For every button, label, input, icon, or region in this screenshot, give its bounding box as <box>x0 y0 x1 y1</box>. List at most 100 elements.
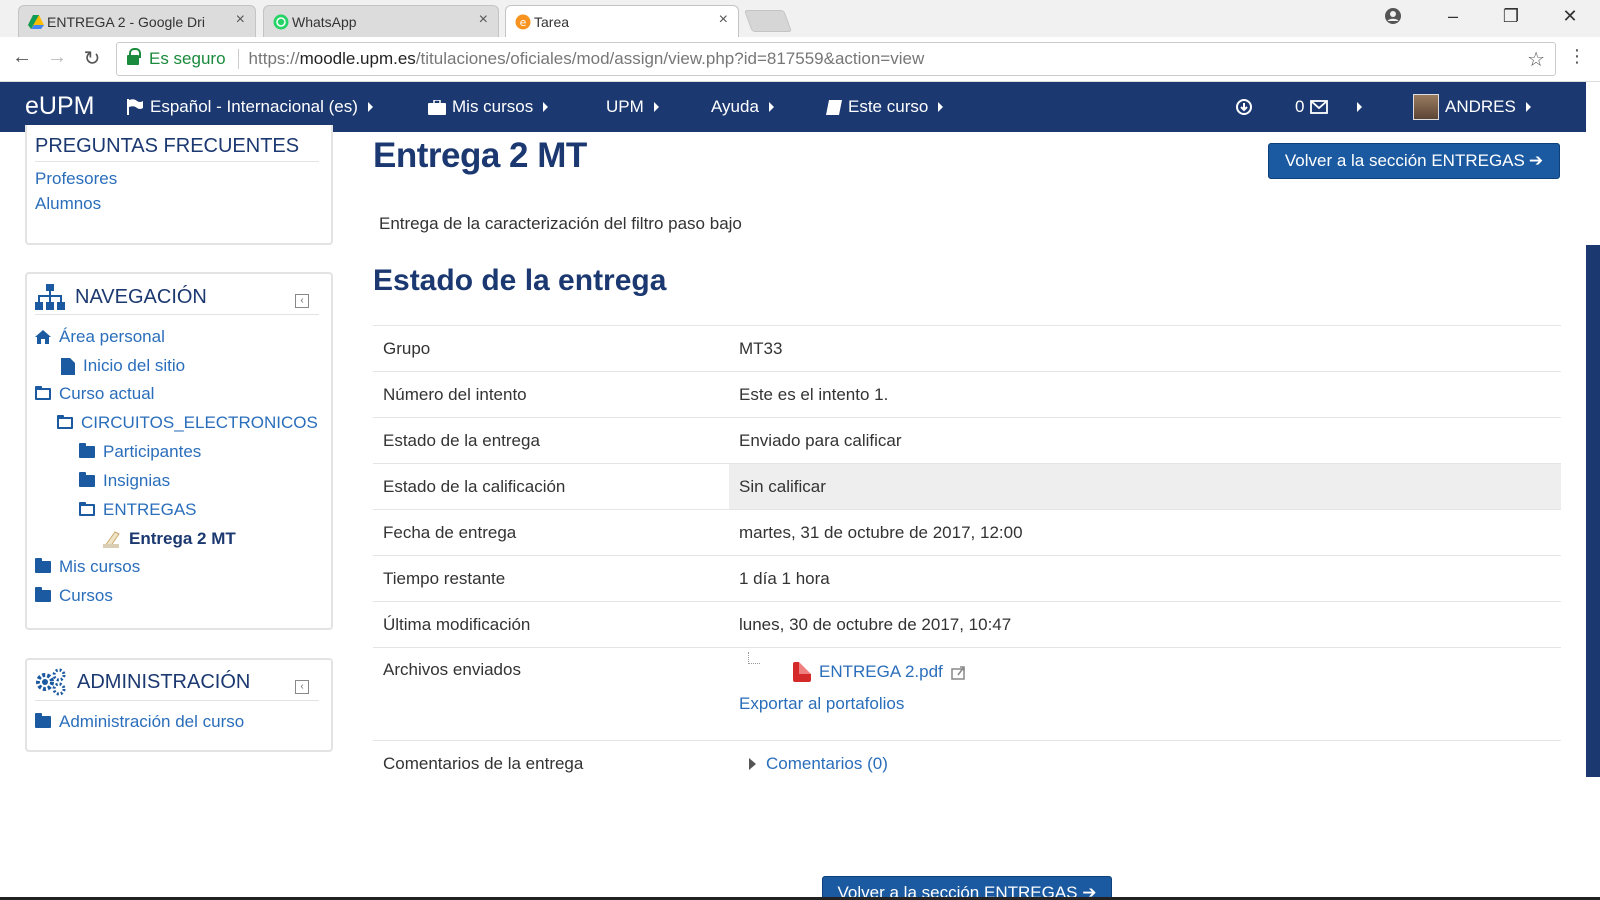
folder-open-icon <box>57 415 73 429</box>
address-bar[interactable]: Es seguro https://moodle.upm.es/titulaci… <box>116 42 1556 76</box>
assignment-icon <box>103 531 120 548</box>
language-menu[interactable]: Español - Internacional (es) <box>126 97 373 117</box>
sign-in-icon: ➔ <box>1528 151 1544 170</box>
comments-link: Comentarios (0) <box>766 753 888 773</box>
row-label: Tiempo restante <box>373 555 729 602</box>
restore-icon[interactable]: ❐ <box>1491 6 1531 27</box>
caret-right-icon <box>653 102 659 112</box>
table-row: Fecha de entrega martes, 31 de octubre d… <box>373 509 1561 556</box>
row-label: Comentarios de la entrega <box>373 740 729 787</box>
table-row: Archivos enviados ENTREGA 2.pdf Exportar… <box>373 647 1561 741</box>
caret-right-icon <box>749 757 756 770</box>
nav-item-label: Curso actual <box>59 384 155 403</box>
nav-item-circuitos-electronicos[interactable]: CIRCUITOS_ELECTRONICOS <box>57 413 318 433</box>
nav-item-label: Cursos <box>59 586 113 605</box>
table-row: Número del intento Este es el intento 1. <box>373 371 1561 418</box>
browser-menu-icon[interactable]: ⋮ <box>1568 46 1586 67</box>
caret-right-icon[interactable] <box>1357 102 1362 112</box>
nav-item-administracion-del-curso[interactable]: Administración del curso <box>35 712 244 732</box>
mis-cursos-menu[interactable]: Mis cursos <box>428 97 549 117</box>
bookmark-star-icon[interactable]: ☆ <box>1527 47 1545 72</box>
new-tab-button[interactable] <box>743 10 793 32</box>
nav-item-entregas[interactable]: ENTREGAS <box>79 500 197 520</box>
folder-icon <box>35 587 51 602</box>
browser-toolbar: ← → ↻ Es seguro https://moodle.upm.es/ti… <box>0 37 1600 82</box>
submission-status-table: Grupo MT33 Número del intento Este es el… <box>373 325 1561 787</box>
row-value: Comentarios (0) <box>729 740 1561 787</box>
nav-item-inicio-del-sitio[interactable]: Inicio del sitio <box>61 356 185 376</box>
tab-title: ENTREGA 2 - Google Dri <box>47 13 205 30</box>
avatar <box>1413 94 1439 120</box>
comments-toggle[interactable]: Comentarios (0) <box>749 754 1551 774</box>
faq-link-profesores[interactable]: Profesores <box>35 169 117 189</box>
tab-google-drive[interactable]: ENTREGA 2 - Google Dri × <box>18 5 256 37</box>
notifications-icon[interactable] <box>1236 99 1252 115</box>
user-menu[interactable]: ANDRES <box>1413 94 1531 120</box>
ayuda-menu[interactable]: Ayuda <box>711 97 774 117</box>
faq-block: PREGUNTAS FRECUENTES Profesores Alumnos <box>25 125 333 245</box>
close-icon[interactable]: × <box>719 11 728 29</box>
nav-item-curso-actual[interactable]: Curso actual <box>35 384 154 404</box>
tree-connector <box>748 652 760 664</box>
caret-right-icon <box>938 102 944 112</box>
este-curso-menu[interactable]: Este curso <box>826 97 944 117</box>
lock-icon <box>127 48 141 66</box>
file-name: ENTREGA 2.pdf <box>819 662 943 681</box>
row-label: Grupo <box>373 325 729 372</box>
nav-item-participantes[interactable]: Participantes <box>79 442 201 462</box>
url-path: /titulaciones/oficiales/mod/assign/view.… <box>415 49 925 68</box>
collapse-block-icon[interactable]: ‹ <box>295 680 309 694</box>
minimize-icon[interactable]: – <box>1433 6 1473 27</box>
nav-item-label: ENTREGAS <box>103 500 197 519</box>
nav-item-label: Entrega 2 MT <box>129 529 236 548</box>
scrollbar[interactable] <box>1586 245 1600 777</box>
row-label: Última modificación <box>373 601 729 648</box>
upm-label: UPM <box>606 97 644 116</box>
site-brand[interactable]: eUPM <box>25 92 94 121</box>
faq-link-alumnos[interactable]: Alumnos <box>35 194 101 214</box>
row-value: martes, 31 de octubre de 2017, 12:00 <box>729 509 1561 556</box>
faq-block-title: PREGUNTAS FRECUENTES <box>35 135 300 157</box>
back-arrow-icon[interactable]: ← <box>10 46 34 69</box>
messages-menu[interactable]: 0 <box>1295 97 1329 117</box>
upm-menu[interactable]: UPM <box>606 97 659 117</box>
tab-title: Tarea <box>534 13 570 30</box>
nav-item-label: CIRCUITOS_ELECTRONICOS <box>81 413 318 432</box>
tab-whatsapp[interactable]: WhatsApp × <box>263 5 499 37</box>
submitted-file[interactable]: ENTREGA 2.pdf <box>793 662 1551 682</box>
nav-item-cursos[interactable]: Cursos <box>35 586 113 606</box>
collapse-block-icon[interactable]: ‹ <box>295 294 309 308</box>
close-window-icon[interactable]: ✕ <box>1550 6 1590 27</box>
nav-item-mis-cursos[interactable]: Mis cursos <box>35 557 140 577</box>
table-row: Tiempo restante 1 día 1 hora <box>373 555 1561 602</box>
nav-item-insignias[interactable]: Insignias <box>79 471 170 491</box>
caret-right-icon <box>768 102 774 112</box>
close-icon[interactable]: × <box>236 11 245 29</box>
tab-title: WhatsApp <box>292 13 357 30</box>
reload-icon[interactable]: ↻ <box>80 46 104 71</box>
language-label: Español - Internacional (es) <box>150 97 358 116</box>
nav-item-label: Insignias <box>103 471 171 490</box>
export-portfolio-link[interactable]: Exportar al portafolios <box>739 694 1551 714</box>
nav-item-label: Inicio del sitio <box>83 356 186 375</box>
row-label: Archivos enviados <box>373 647 729 741</box>
nav-item-area-personal[interactable]: Área personal <box>35 327 165 347</box>
row-value: Enviado para calificar <box>729 417 1561 464</box>
nav-item-label: Área personal <box>59 327 165 346</box>
url-domain: moodle.upm.es <box>299 49 416 68</box>
google-drive-icon <box>28 15 44 29</box>
nav-item-entrega-2-mt[interactable]: Entrega 2 MT <box>103 529 236 549</box>
portfolio-export-icon[interactable] <box>951 664 967 680</box>
navigation-block-header: NAVEGACIÓN <box>35 284 207 310</box>
navigation-block: NAVEGACIÓN ‹ Área personal Inicio del si… <box>25 272 333 630</box>
folder-icon <box>35 713 51 728</box>
tab-tarea[interactable]: e Tarea × <box>505 5 739 37</box>
administration-block-title: ADMINISTRACIÓN <box>77 670 251 693</box>
close-icon[interactable]: × <box>479 11 488 29</box>
profile-icon[interactable] <box>1384 7 1402 25</box>
page-title: Entrega 2 MT <box>373 136 587 175</box>
back-to-section-button[interactable]: Volver a la sección ENTREGAS ➔ <box>1268 143 1560 179</box>
folder-open-icon <box>35 386 51 400</box>
moodle-icon: e <box>515 14 531 30</box>
forward-arrow-icon[interactable]: → <box>45 46 69 69</box>
